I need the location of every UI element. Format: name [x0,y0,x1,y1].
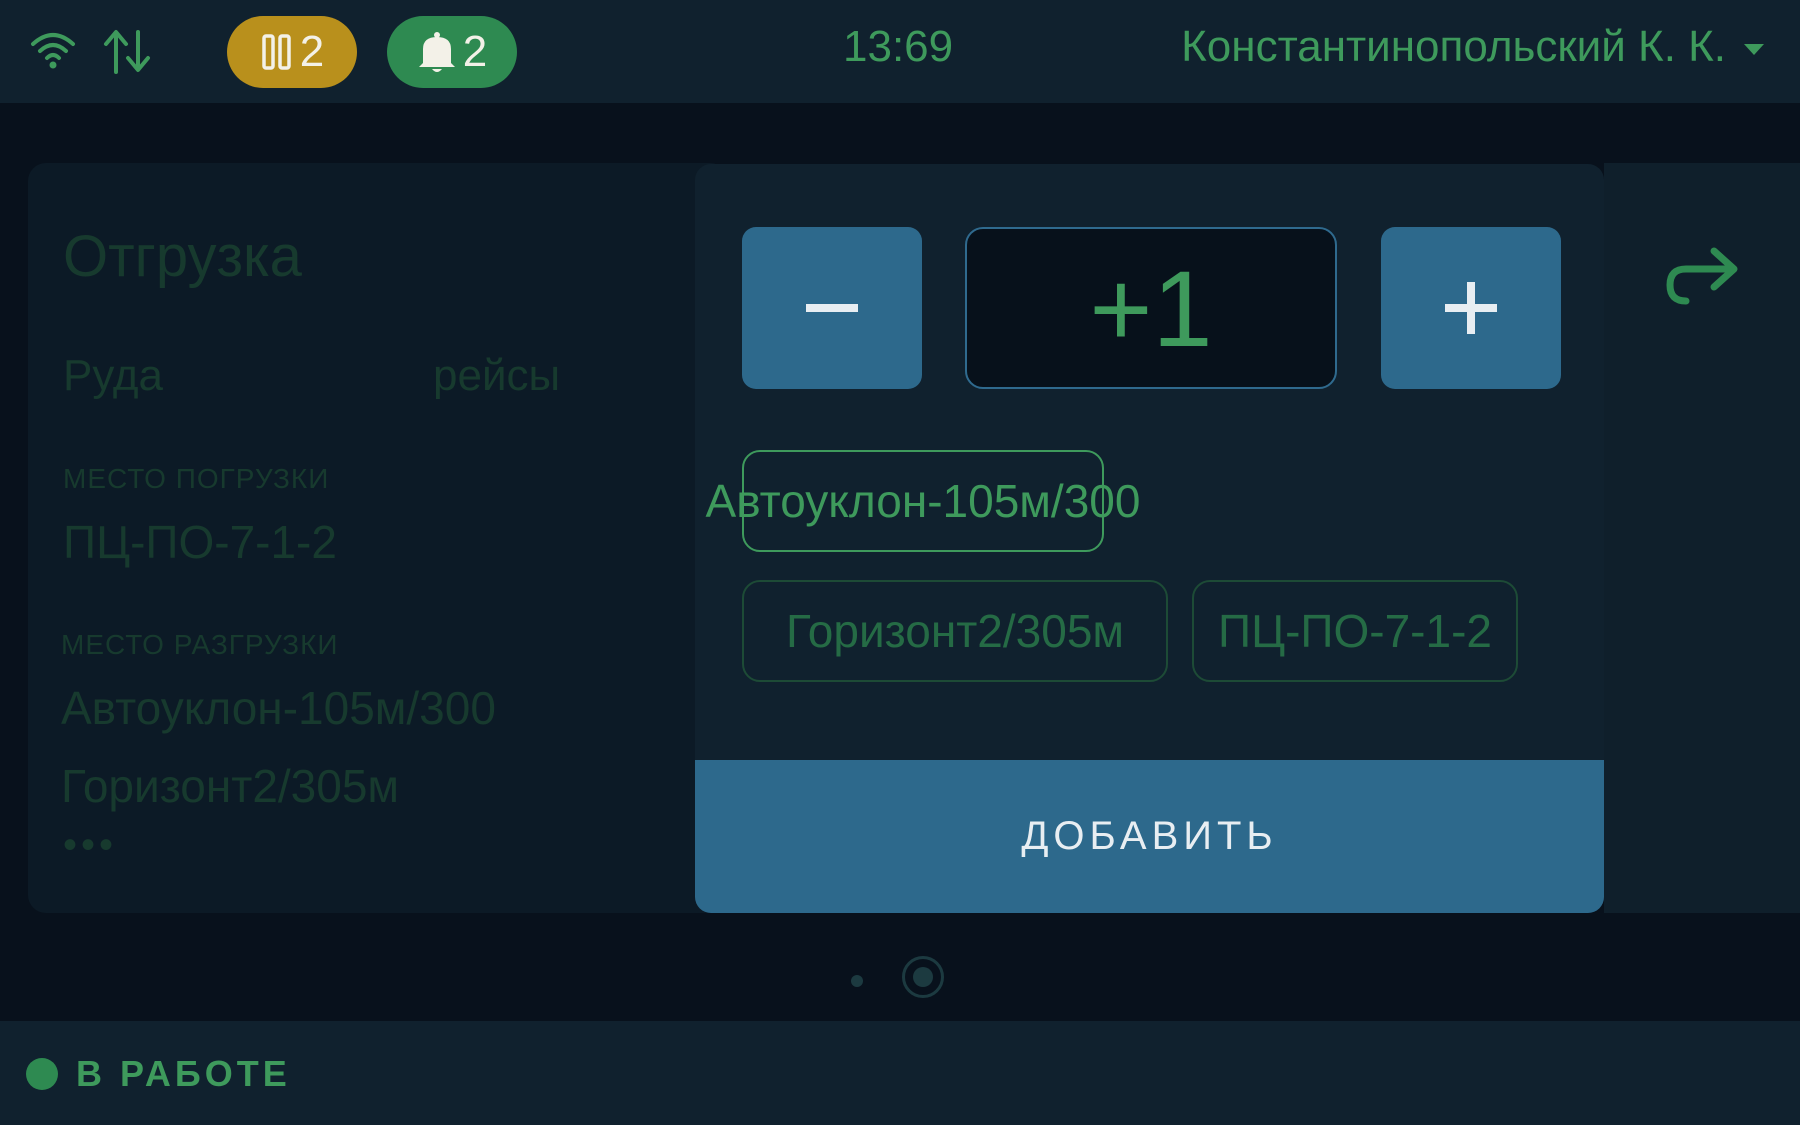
more-indicator: ••• [63,823,118,867]
trips-label: рейсы [433,351,561,400]
bottom-status-bar: В РАБОТЕ [0,1021,1800,1125]
add-trip-dialog: +1 Автоуклон-105м/300 Горизонт2/305м ПЦ-… [695,164,1604,913]
place-chip[interactable]: ПЦ-ПО-7-1-2 [1192,580,1518,682]
forward-arrow-icon[interactable] [1666,243,1742,305]
shipment-card: Отгрузка Руда рейсы МЕСТО ПОГРУЗКИ ПЦ-ПО… [28,163,728,913]
pause-count: 2 [299,27,325,76]
clock: 13:69 [843,22,954,71]
bell-icon [418,32,455,72]
loading-place-label: МЕСТО ПОГРУЗКИ [63,463,330,494]
user-name: Константинопольский К. К. [1181,22,1726,71]
loading-place-value: ПЦ-ПО-7-1-2 [63,516,337,568]
notifications-badge[interactable]: 2 [387,16,517,88]
trip-count-value[interactable]: +1 [965,227,1337,389]
add-button[interactable]: ДОБАВИТЬ [695,760,1604,913]
place-chip-selected[interactable]: Автоуклон-105м/300 [706,450,1140,552]
status-indicator-icon [26,1058,58,1090]
notifications-count: 2 [462,27,488,76]
pause-counter-badge[interactable]: 2 [227,16,357,88]
increment-button[interactable] [1381,227,1561,389]
top-status-bar: 2 2 13:69 Константинопольский К. К. [0,0,1800,103]
place-chip[interactable]: Горизонт2/305м [742,580,1168,682]
unloading-place-label: МЕСТО РАЗГРУЗКИ [61,629,339,660]
page-dot-2-active[interactable] [902,956,944,998]
pause-icon [262,34,291,70]
work-status[interactable]: В РАБОТЕ [76,1053,291,1095]
user-menu[interactable]: Константинопольский К. К. [1181,22,1764,72]
page-dot-1[interactable] [851,975,863,987]
unloading-place-value: Автоуклон-105м/300 [61,682,496,734]
chevron-down-icon [1744,43,1764,55]
minus-icon [806,304,858,312]
unloading-place-value: Горизонт2/305м [61,760,400,812]
cargo-type: Руда [63,351,164,400]
decrement-button[interactable] [742,227,922,389]
card-title: Отгрузка [63,224,302,289]
data-transfer-icon [104,30,150,74]
wifi-icon [31,33,75,69]
right-card-edge [1604,163,1800,913]
